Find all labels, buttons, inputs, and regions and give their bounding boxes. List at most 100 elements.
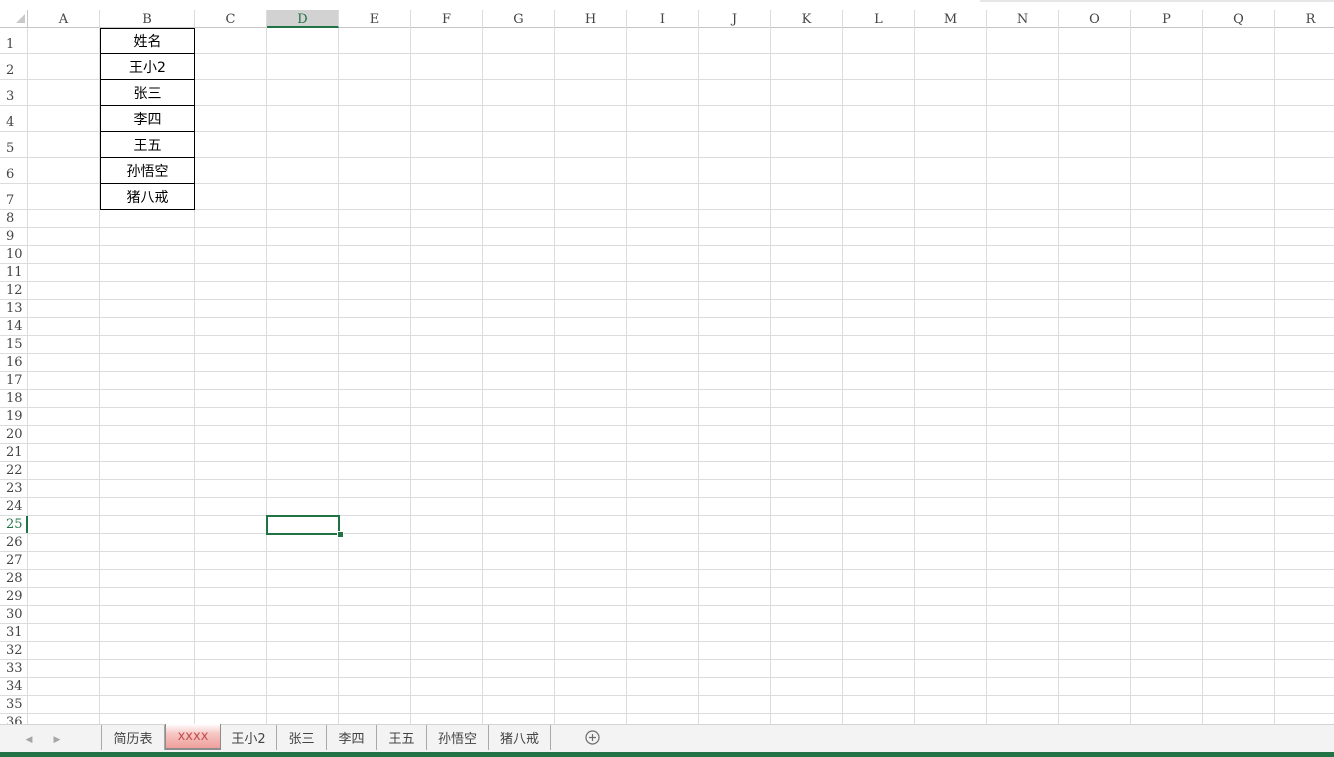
sheet-tab-4[interactable]: 张三	[277, 725, 327, 750]
column-header-m[interactable]: M	[915, 10, 987, 28]
sheet-tab-7[interactable]: 孙悟空	[427, 725, 489, 750]
fill-handle[interactable]	[337, 531, 344, 538]
row-gridline	[0, 157, 1334, 158]
row-header-35[interactable]: 35	[0, 696, 28, 713]
row-gridline	[0, 533, 1334, 534]
row-gridline	[0, 587, 1334, 588]
row-gridline	[0, 551, 1334, 552]
cell-b3[interactable]: 张三	[100, 79, 195, 106]
cell-b5[interactable]: 王五	[100, 131, 195, 158]
row-header-11[interactable]: 11	[0, 264, 28, 281]
cell-b7[interactable]: 猪八戒	[100, 183, 195, 210]
row-gridline	[0, 263, 1334, 264]
row-gridline	[0, 515, 1334, 516]
row-header-13[interactable]: 13	[0, 300, 28, 317]
cell-b6[interactable]: 孙悟空	[100, 157, 195, 184]
row-header-36[interactable]: 36	[0, 714, 28, 724]
row-header-22[interactable]: 22	[0, 462, 28, 479]
chevron-left-icon[interactable]: ◀	[24, 733, 34, 745]
sheet-tab-5[interactable]: 李四	[327, 725, 377, 750]
row-header-27[interactable]: 27	[0, 552, 28, 569]
row-header-12[interactable]: 12	[0, 282, 28, 299]
sheet-tab-1[interactable]: 简历表	[101, 725, 165, 750]
column-header-p[interactable]: P	[1131, 10, 1203, 28]
column-header-i[interactable]: I	[627, 10, 699, 28]
column-header-b[interactable]: B	[100, 10, 195, 28]
row-header-15[interactable]: 15	[0, 336, 28, 353]
column-header-j[interactable]: J	[699, 10, 771, 28]
row-header-18[interactable]: 18	[0, 390, 28, 407]
sheet-tab-6[interactable]: 王五	[377, 725, 427, 750]
row-gridline	[0, 335, 1334, 336]
column-gridline	[410, 28, 411, 724]
row-gridline	[0, 317, 1334, 318]
row-header-19[interactable]: 19	[0, 408, 28, 425]
row-header-4[interactable]: 4	[0, 106, 28, 131]
column-header-d[interactable]: D	[267, 10, 339, 28]
row-header-3[interactable]: 3	[0, 80, 28, 105]
row-header-2[interactable]: 2	[0, 54, 28, 79]
row-header-26[interactable]: 26	[0, 534, 28, 551]
select-all-triangle-icon[interactable]	[16, 14, 25, 23]
row-header-20[interactable]: 20	[0, 426, 28, 443]
column-header-q[interactable]: Q	[1203, 10, 1275, 28]
sheet-tab-8[interactable]: 猪八戒	[489, 725, 551, 750]
column-gridline	[1130, 28, 1131, 724]
row-header-7[interactable]: 7	[0, 184, 28, 209]
row-header-23[interactable]: 23	[0, 480, 28, 497]
row-header-25[interactable]: 25	[0, 516, 28, 533]
column-header-k[interactable]: K	[771, 10, 843, 28]
column-gridline	[914, 28, 915, 724]
row-gridline	[0, 425, 1334, 426]
row-header-16[interactable]: 16	[0, 354, 28, 371]
row-header-1[interactable]: 1	[0, 28, 28, 53]
row-gridline	[0, 245, 1334, 246]
column-header-o[interactable]: O	[1059, 10, 1131, 28]
column-header-e[interactable]: E	[339, 10, 411, 28]
column-header-r[interactable]: R	[1275, 10, 1334, 28]
column-header-h[interactable]: H	[555, 10, 627, 28]
row-header-9[interactable]: 9	[0, 228, 28, 245]
column-gridline	[698, 28, 699, 724]
row-header-31[interactable]: 31	[0, 624, 28, 641]
row-header-10[interactable]: 10	[0, 246, 28, 263]
status-bar	[0, 752, 1334, 757]
row-header-34[interactable]: 34	[0, 678, 28, 695]
row-header-17[interactable]: 17	[0, 372, 28, 389]
row-gridline	[0, 105, 1334, 106]
column-header-c[interactable]: C	[195, 10, 267, 28]
row-header-30[interactable]: 30	[0, 606, 28, 623]
row-gridline	[0, 695, 1334, 696]
cell-b2[interactable]: 王小2	[100, 53, 195, 80]
cell-b4[interactable]: 李四	[100, 105, 195, 132]
row-gridline	[0, 569, 1334, 570]
column-gridline	[770, 28, 771, 724]
column-header-a[interactable]: A	[28, 10, 100, 28]
row-header-8[interactable]: 8	[0, 210, 28, 227]
row-header-14[interactable]: 14	[0, 318, 28, 335]
row-header-5[interactable]: 5	[0, 132, 28, 157]
chevron-right-icon[interactable]: ▶	[52, 733, 62, 745]
row-gridline	[0, 371, 1334, 372]
row-gridline	[0, 713, 1334, 714]
row-header-33[interactable]: 33	[0, 660, 28, 677]
spreadsheet-window: A B C D E F G H I J K L M N O P Q R 1 2 3 4 5 6 7 8 9 10 11 12 13 14 15 1…	[0, 0, 1334, 757]
column-header-g[interactable]: G	[483, 10, 555, 28]
row-header-29[interactable]: 29	[0, 588, 28, 605]
sheet-tab-3[interactable]: 王小2	[221, 725, 277, 750]
active-cell-d25[interactable]	[266, 515, 340, 535]
row-header-28[interactable]: 28	[0, 570, 28, 587]
row-header-32[interactable]: 32	[0, 642, 28, 659]
column-header-l[interactable]: L	[843, 10, 915, 28]
row-header-24[interactable]: 24	[0, 498, 28, 515]
column-gridline	[842, 28, 843, 724]
row-header-6[interactable]: 6	[0, 158, 28, 183]
row-header-21[interactable]: 21	[0, 444, 28, 461]
sheet-tab-2[interactable]: xxxx	[165, 724, 221, 750]
column-header-n[interactable]: N	[987, 10, 1059, 28]
cell-b1[interactable]: 姓名	[100, 28, 195, 54]
worksheet-grid[interactable]: A B C D E F G H I J K L M N O P Q R 1 2 3 4 5 6 7 8 9 10 11 12 13 14 15 1…	[0, 0, 1334, 724]
column-header-f[interactable]: F	[411, 10, 483, 28]
row-gridline	[0, 281, 1334, 282]
plus-circle-icon[interactable]	[585, 730, 600, 745]
